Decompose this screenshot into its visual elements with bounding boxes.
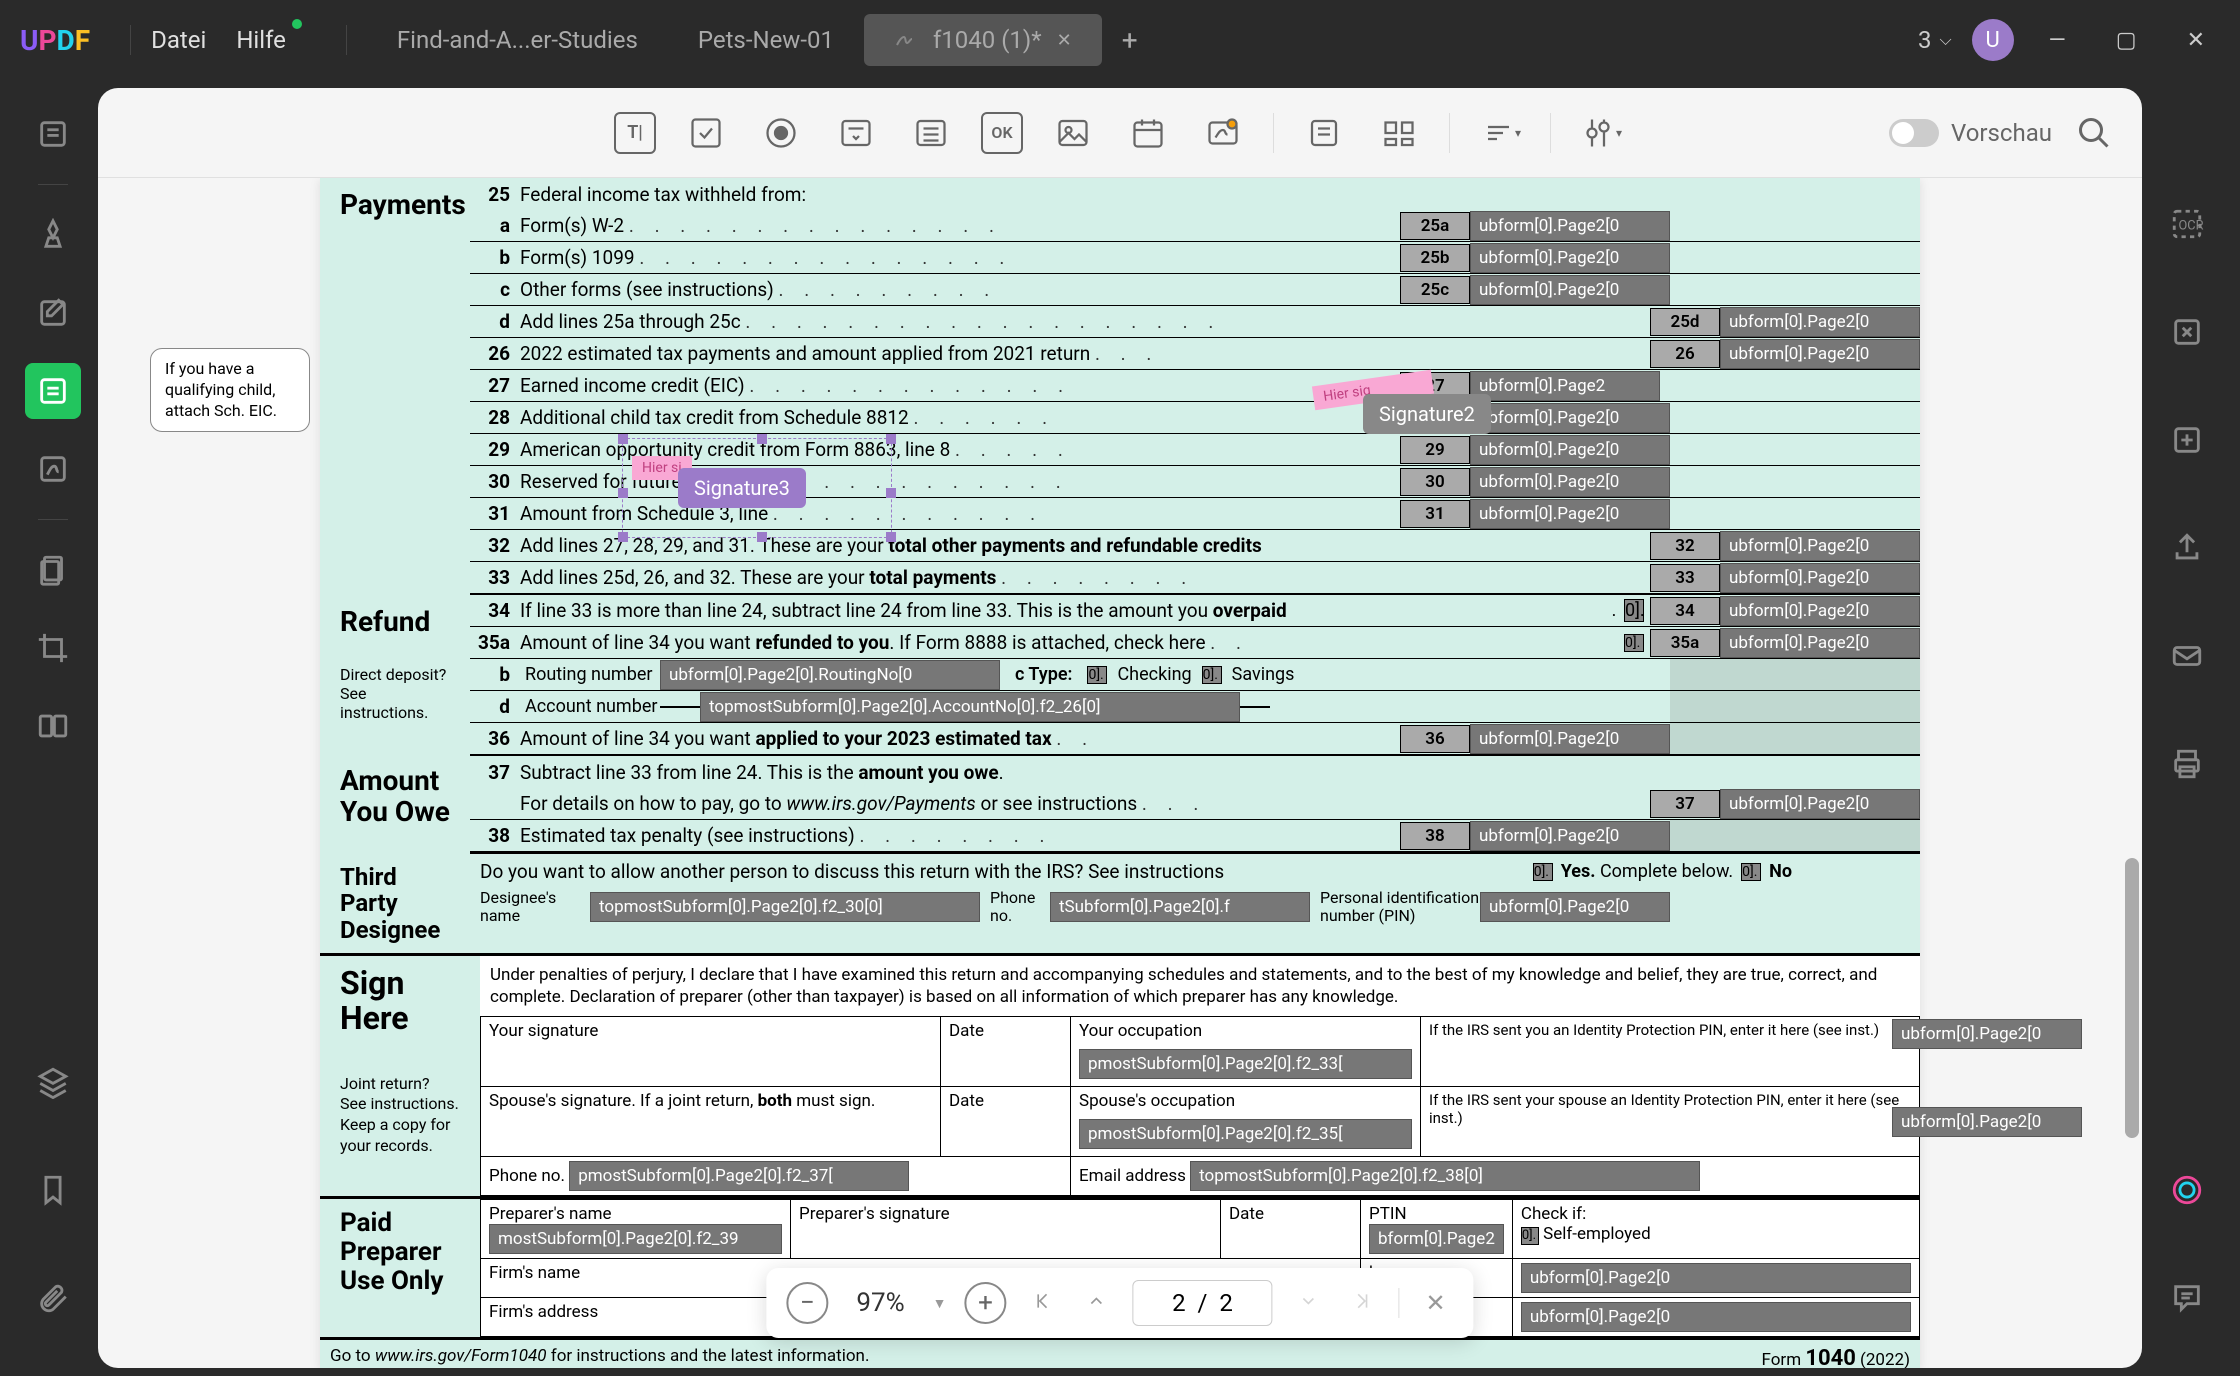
- tools-tool[interactable]: ▾: [1576, 108, 1626, 158]
- eic-callout: If you have a qualifying child, attach S…: [150, 348, 310, 432]
- new-tab-button[interactable]: +: [1102, 24, 1158, 57]
- signature3-field[interactable]: Signature3: [678, 468, 806, 508]
- section-amount-owe: Amount You Owe: [330, 761, 460, 833]
- highlighter-icon[interactable]: [25, 207, 81, 263]
- close-button[interactable]: ✕: [2172, 28, 2220, 53]
- crop-icon[interactable]: [25, 620, 81, 676]
- prev-page-button[interactable]: [1079, 1289, 1115, 1317]
- sort-tool[interactable]: ▾: [1475, 108, 1525, 158]
- sign-icon[interactable]: [25, 441, 81, 497]
- zoom-level[interactable]: 97%: [846, 1288, 914, 1318]
- minimize-button[interactable]: —: [2034, 28, 2081, 53]
- ai-icon[interactable]: [2159, 1162, 2215, 1218]
- close-tab-icon[interactable]: ✕: [1057, 30, 1072, 51]
- form-toolbar: T| OK ▾ ▾ Vorschau: [98, 88, 2142, 178]
- share-icon[interactable]: [2159, 520, 2215, 576]
- thumbnails-icon[interactable]: [25, 106, 81, 162]
- left-sidebar: [8, 88, 98, 1368]
- radio-tool[interactable]: [756, 108, 806, 158]
- section-payments: Payments: [330, 183, 460, 226]
- checkbox-tool[interactable]: [681, 108, 731, 158]
- app-logo: UPDF: [20, 24, 90, 57]
- zoom-out-button[interactable]: −: [786, 1282, 828, 1324]
- maximize-button[interactable]: ▢: [2101, 28, 2152, 53]
- button-tool[interactable]: OK: [981, 112, 1023, 154]
- content-area: T| OK ▾ ▾ Vorschau: [98, 88, 2142, 1368]
- tab-find-and-answer[interactable]: Find-and-A...er-Studies: [367, 14, 668, 66]
- svg-text:OCR: OCR: [2179, 219, 2204, 234]
- edit-text-icon[interactable]: [25, 285, 81, 341]
- tab-pets-new[interactable]: Pets-New-01: [668, 14, 864, 66]
- date-tool[interactable]: [1123, 108, 1173, 158]
- dropdown-tool[interactable]: [831, 108, 881, 158]
- close-controls-button[interactable]: ✕: [1418, 1289, 1454, 1317]
- convert-icon[interactable]: [2159, 304, 2215, 360]
- menu-help[interactable]: Hilfe: [236, 26, 286, 54]
- last-page-button[interactable]: [1345, 1289, 1381, 1317]
- compress-icon[interactable]: [2159, 412, 2215, 468]
- form-fields-icon[interactable]: [25, 363, 81, 419]
- signature2-field[interactable]: Signature2: [1363, 394, 1491, 434]
- layers-icon[interactable]: [25, 1054, 81, 1110]
- titlebar: UPDF Datei Hilfe Find-and-A...er-Studies…: [0, 0, 2240, 80]
- main-area: T| OK ▾ ▾ Vorschau: [0, 80, 2240, 1376]
- attachment-icon[interactable]: [25, 1270, 81, 1326]
- email-icon[interactable]: [2159, 628, 2215, 684]
- signature-icon: [894, 28, 918, 52]
- preview-toggle[interactable]: Vorschau: [1889, 119, 2052, 147]
- tab-f1040[interactable]: f1040 (1)* ✕: [864, 14, 1102, 66]
- next-page-button[interactable]: [1291, 1289, 1327, 1317]
- print-icon[interactable]: [2159, 736, 2215, 792]
- first-page-button[interactable]: [1025, 1289, 1061, 1317]
- bookmark-icon[interactable]: [25, 1162, 81, 1218]
- document-viewport[interactable]: Payments 25Federal income tax withheld f…: [98, 178, 2142, 1368]
- zoom-in-button[interactable]: +: [965, 1282, 1007, 1324]
- section-refund: Refund: [330, 600, 460, 643]
- scrollbar-thumb[interactable]: [2125, 858, 2139, 1138]
- section-sign-here: Sign Here: [330, 961, 470, 1041]
- user-avatar[interactable]: U: [1972, 19, 2014, 61]
- pages-icon[interactable]: [25, 542, 81, 598]
- section-paid-preparer: Paid Preparer Use Only: [330, 1204, 470, 1300]
- align-tool[interactable]: [1374, 108, 1424, 158]
- form-properties-tool[interactable]: [1299, 108, 1349, 158]
- image-tool[interactable]: [1048, 108, 1098, 158]
- ocr-icon[interactable]: OCR: [2159, 196, 2215, 252]
- compare-icon[interactable]: [25, 698, 81, 754]
- listbox-tool[interactable]: [906, 108, 956, 158]
- pdf-page: Payments 25Federal income tax withheld f…: [320, 178, 1920, 1368]
- search-icon[interactable]: [2076, 115, 2112, 151]
- page-controls: − 97% ▼ + ✕: [766, 1268, 1473, 1338]
- section-third-party: Third Party Designee: [330, 859, 470, 948]
- menu-file[interactable]: Datei: [151, 26, 206, 54]
- tab-count[interactable]: 3⌵: [1918, 26, 1952, 54]
- toggle-switch[interactable]: [1889, 119, 1939, 147]
- page-number-input[interactable]: [1133, 1280, 1273, 1326]
- text-field-tool[interactable]: T|: [614, 112, 656, 154]
- signature-tool[interactable]: [1198, 108, 1248, 158]
- comment-icon[interactable]: [2159, 1270, 2215, 1326]
- right-sidebar: OCR: [2142, 88, 2232, 1368]
